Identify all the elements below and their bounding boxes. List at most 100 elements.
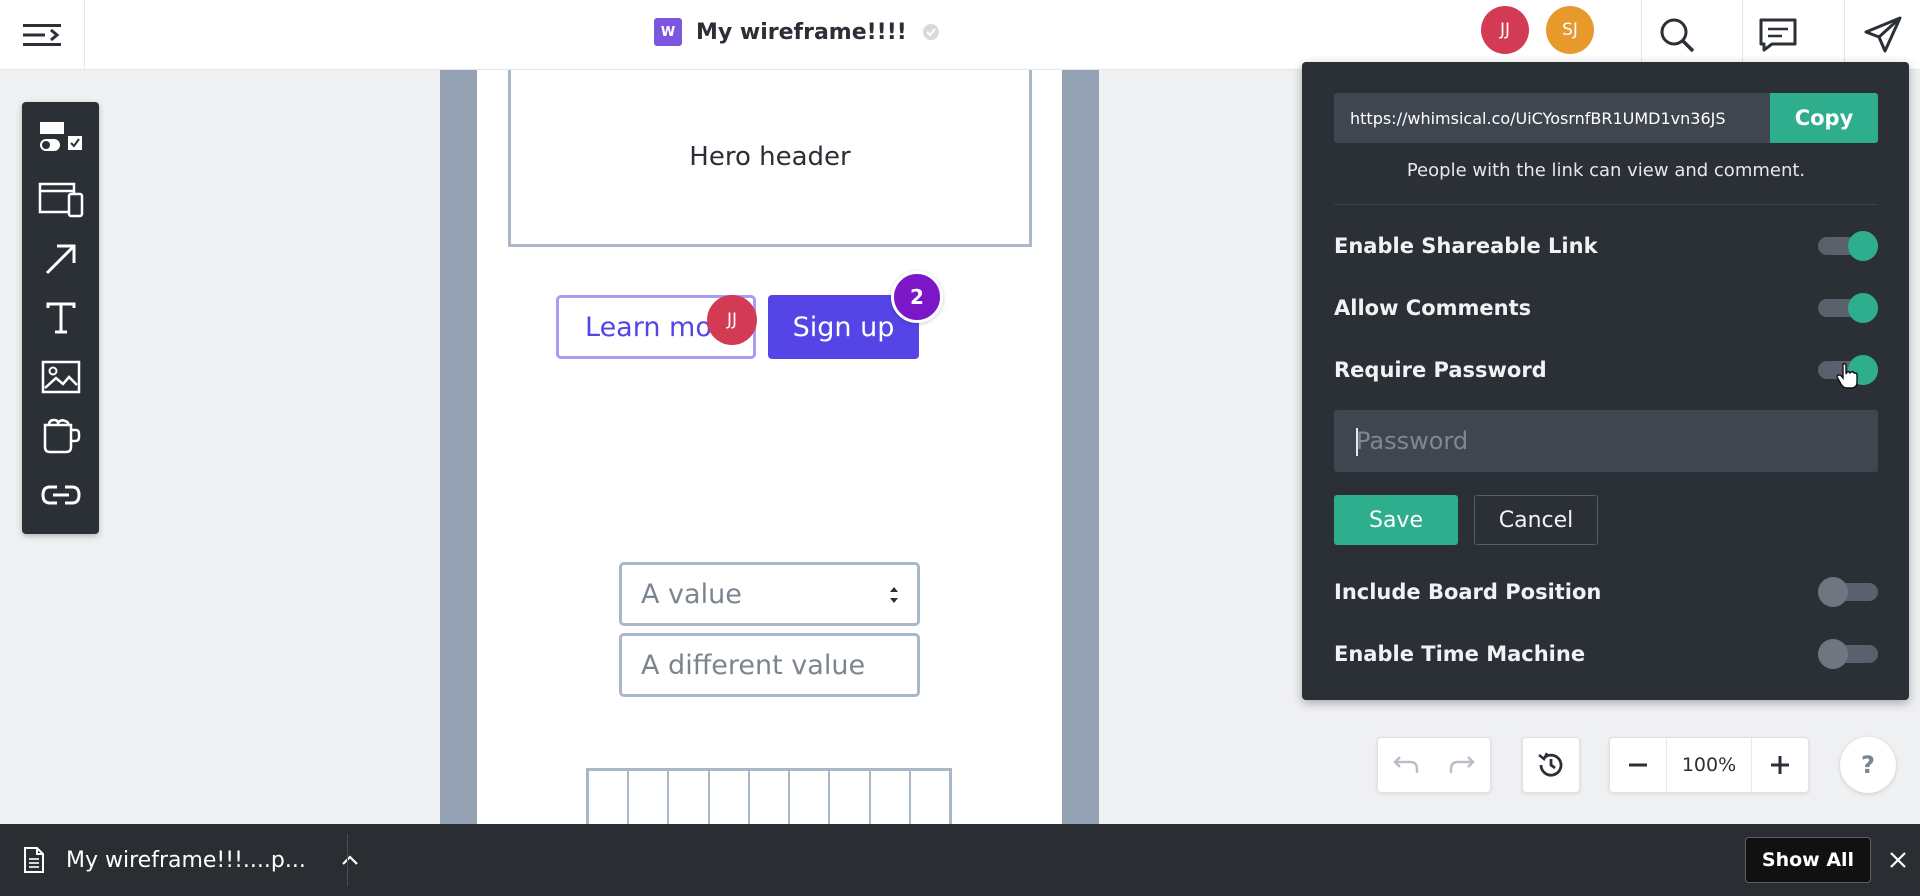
redo-button[interactable] bbox=[1434, 738, 1490, 792]
left-toolbar bbox=[22, 102, 99, 534]
tool-link[interactable] bbox=[22, 467, 99, 523]
collaborator-cursor-avatar: JJ bbox=[707, 295, 757, 345]
plus-icon bbox=[1771, 756, 1789, 774]
option-label: Include Board Position bbox=[1334, 580, 1602, 604]
option-enable-time-machine: Enable Time Machine bbox=[1334, 634, 1878, 674]
share-button[interactable] bbox=[1844, 0, 1920, 70]
search-button[interactable] bbox=[1641, 0, 1711, 70]
table-cell bbox=[629, 771, 670, 824]
top-bar: W My wireframe!!!! JJ SJ bbox=[0, 0, 1920, 70]
redo-icon bbox=[1449, 756, 1475, 773]
chevron-up-icon[interactable] bbox=[340, 853, 360, 867]
tool-cup[interactable] bbox=[22, 408, 99, 464]
table-element[interactable] bbox=[586, 768, 952, 824]
table-cell bbox=[710, 771, 750, 824]
option-require-password: Require Password bbox=[1334, 350, 1878, 390]
history-button[interactable] bbox=[1523, 738, 1579, 792]
cursor-avatar-initials: JJ bbox=[726, 310, 738, 330]
hand-cursor-icon bbox=[1836, 362, 1858, 389]
show-all-label: Show All bbox=[1761, 849, 1855, 871]
document-title[interactable]: W My wireframe!!!! bbox=[654, 16, 941, 48]
image-icon bbox=[41, 360, 80, 394]
select-arrows-icon bbox=[890, 587, 898, 603]
show-all-button[interactable]: Show All bbox=[1745, 837, 1871, 883]
table-cell bbox=[589, 771, 630, 824]
link-icon bbox=[40, 485, 81, 505]
divider bbox=[1334, 204, 1878, 205]
avatar-jj[interactable]: JJ bbox=[1481, 6, 1529, 54]
zoom-group: 100% bbox=[1609, 737, 1809, 793]
table-cell bbox=[750, 771, 791, 824]
ui-components-icon bbox=[39, 122, 82, 151]
help-button[interactable]: ? bbox=[1840, 737, 1896, 793]
option-include-board-position: Include Board Position bbox=[1334, 572, 1878, 612]
text-icon bbox=[46, 302, 75, 334]
input-value: A different value bbox=[641, 649, 866, 681]
close-download-bar-button[interactable] bbox=[1884, 846, 1912, 874]
doc-badge: W bbox=[654, 18, 682, 46]
doc-name: My wireframe!!!! bbox=[696, 19, 907, 45]
menu-icon bbox=[23, 24, 61, 46]
minus-icon bbox=[1629, 763, 1647, 767]
tool-arrow[interactable] bbox=[22, 231, 99, 287]
download-separator bbox=[347, 834, 348, 886]
tool-image[interactable] bbox=[22, 349, 99, 405]
avatar-initials: SJ bbox=[1562, 20, 1578, 40]
select-element[interactable]: A value bbox=[619, 562, 920, 626]
comment-count-badge[interactable]: 2 bbox=[891, 271, 943, 323]
comment-count: 2 bbox=[910, 285, 924, 309]
share-link-text: https://whimsical.co/UiCYosrnfBR1UMD1vn3… bbox=[1350, 108, 1726, 128]
zoom-level[interactable]: 100% bbox=[1666, 738, 1752, 792]
hero-header-box[interactable]: Hero header bbox=[508, 70, 1032, 247]
table-cell bbox=[911, 771, 949, 824]
history-icon bbox=[1538, 752, 1563, 777]
download-file-name: My wireframe!!!....p... bbox=[66, 847, 306, 873]
copy-link-button[interactable]: Copy bbox=[1770, 93, 1878, 143]
hero-header-text: Hero header bbox=[689, 142, 851, 172]
tool-ui-components[interactable] bbox=[22, 111, 99, 167]
cancel-button[interactable]: Cancel bbox=[1474, 495, 1598, 545]
toggle-shareable-link[interactable] bbox=[1818, 230, 1878, 262]
file-icon bbox=[24, 847, 44, 873]
search-icon bbox=[1660, 18, 1694, 53]
option-allow-comments: Allow Comments bbox=[1334, 288, 1878, 328]
tool-text[interactable] bbox=[22, 290, 99, 346]
option-enable-shareable-link: Enable Shareable Link bbox=[1334, 226, 1878, 266]
comments-icon bbox=[1759, 18, 1796, 52]
toggle-time-machine[interactable] bbox=[1818, 638, 1878, 670]
option-label: Allow Comments bbox=[1334, 296, 1532, 320]
sign-up-label: Sign up bbox=[792, 311, 895, 343]
share-link-field[interactable]: https://whimsical.co/UiCYosrnfBR1UMD1vn3… bbox=[1334, 93, 1770, 143]
tool-device-frames[interactable] bbox=[22, 171, 99, 227]
password-input[interactable] bbox=[1334, 410, 1878, 472]
cup-icon bbox=[43, 418, 80, 454]
table-cell bbox=[790, 771, 831, 824]
avatar-sj[interactable]: SJ bbox=[1546, 6, 1594, 54]
undo-button[interactable] bbox=[1378, 738, 1434, 792]
undo-redo-group bbox=[1377, 737, 1491, 793]
table-cell bbox=[830, 771, 871, 824]
download-item[interactable]: My wireframe!!!....p... bbox=[22, 824, 360, 896]
share-note: People with the link can view and commen… bbox=[1406, 160, 1806, 181]
close-icon bbox=[1890, 852, 1906, 868]
input-element[interactable]: A different value bbox=[619, 633, 920, 697]
verified-icon bbox=[922, 24, 939, 40]
table-cell bbox=[871, 771, 911, 824]
text-caret bbox=[1356, 428, 1358, 456]
save-button[interactable]: Save bbox=[1334, 495, 1458, 545]
menu-button[interactable] bbox=[0, 0, 85, 70]
share-icon bbox=[1864, 16, 1901, 53]
comments-button[interactable] bbox=[1742, 0, 1812, 70]
toggle-allow-comments[interactable] bbox=[1818, 292, 1878, 324]
table-cell bbox=[669, 771, 710, 824]
option-label: Enable Time Machine bbox=[1334, 642, 1586, 666]
toggle-board-position[interactable] bbox=[1818, 576, 1878, 608]
zoom-out-button[interactable] bbox=[1610, 738, 1666, 792]
history-group bbox=[1522, 737, 1580, 793]
undo-icon bbox=[1393, 756, 1419, 773]
device-frames-icon bbox=[38, 182, 83, 218]
option-label: Enable Shareable Link bbox=[1334, 234, 1598, 258]
option-label: Require Password bbox=[1334, 358, 1547, 382]
zoom-in-button[interactable] bbox=[1752, 738, 1808, 792]
copy-label: Copy bbox=[1794, 106, 1854, 130]
